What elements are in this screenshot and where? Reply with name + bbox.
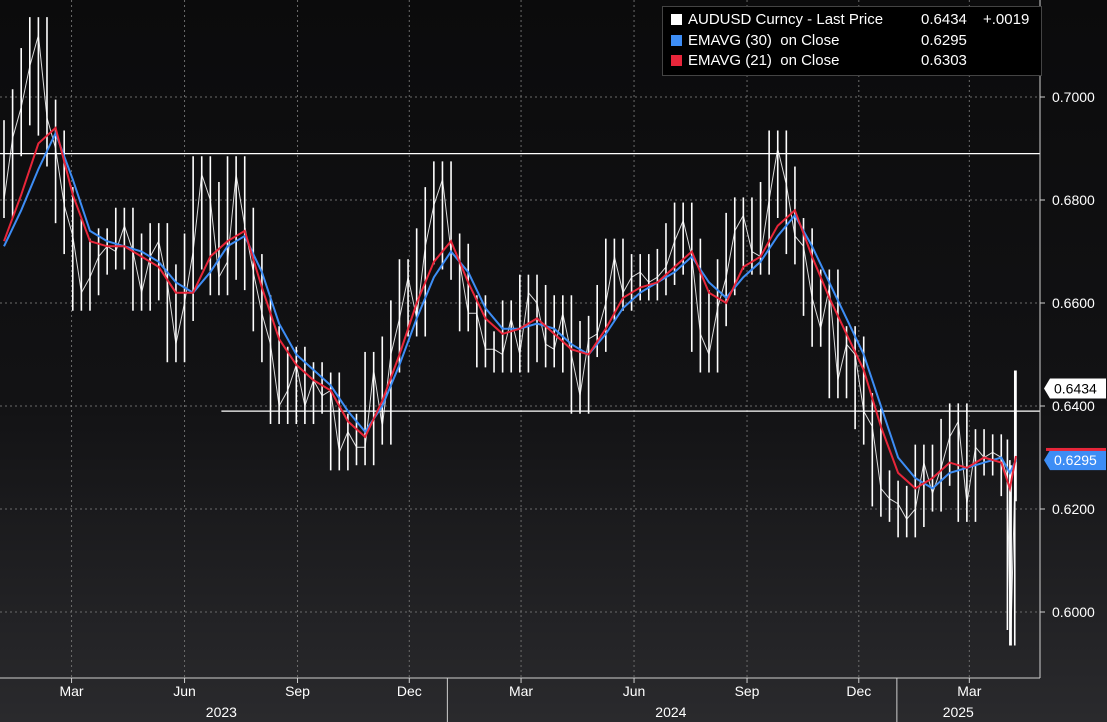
year-label: 2024 — [655, 704, 686, 720]
legend-label-ema30: EMAVG (30) on Close — [688, 32, 840, 49]
y-tick-label: 0.6600 — [1052, 295, 1095, 311]
last-price-label: 0.6434 — [1044, 378, 1106, 399]
legend-change-price: +.0019 — [983, 11, 1030, 28]
legend-label-ema21: EMAVG (21) on Close — [688, 52, 840, 69]
legend-value-price: 0.6434 — [921, 11, 967, 28]
x-tick-label: Jun — [623, 683, 646, 699]
price-chart: 0.6000 0.6200 0.6400 0.6600 0.6800 0.7000 Mar J… — [0, 0, 1107, 722]
y-tick-label: 0.6000 — [1052, 604, 1095, 620]
legend-swatch-ema30 — [671, 35, 682, 46]
legend-row-ema21: EMAVG (21) on Close 0.6303 — [671, 51, 967, 71]
legend-row-ema30: EMAVG (30) on Close 0.6295 — [671, 31, 967, 51]
legend-swatch-ema21 — [671, 55, 682, 66]
legend-value-ema30: 0.6295 — [921, 32, 967, 49]
y-tick-label: 0.6400 — [1052, 398, 1095, 414]
chart-legend: AUDUSD Curncy - Last Price 0.6434 +.0019… — [662, 6, 1042, 76]
x-tick-label: Mar — [957, 683, 981, 699]
y-tick-label: 0.6800 — [1052, 192, 1095, 208]
x-tick-label: Sep — [735, 683, 760, 699]
legend-value-ema21: 0.6303 — [921, 52, 967, 69]
x-tick-label: Dec — [846, 683, 871, 699]
chart-canvas: 0.6000 0.6200 0.6400 0.6600 0.6800 0.7000 Mar J… — [0, 0, 1106, 722]
x-tick-label: Jun — [173, 683, 196, 699]
series-layer — [3, 17, 1017, 646]
last-value-labels: 0.6434 0.6295 — [1044, 378, 1106, 471]
ema30-last-label: 0.6295 — [1044, 450, 1106, 471]
x-tick-label: Sep — [285, 683, 310, 699]
x-tick-label: Mar — [59, 683, 83, 699]
year-label: 2023 — [206, 704, 237, 720]
legend-swatch-price — [671, 14, 682, 25]
legend-label-price: AUDUSD Curncy - Last Price — [688, 11, 884, 28]
year-label: 2025 — [943, 704, 974, 720]
y-tick-label: 0.6200 — [1052, 501, 1095, 517]
ema21-last-marker — [1046, 447, 1106, 451]
last-value-text: 0.6295 — [1054, 452, 1097, 468]
x-tick-label: Mar — [509, 683, 533, 699]
x-tick-label: Dec — [397, 683, 422, 699]
axis-layer: 0.6000 0.6200 0.6400 0.6600 0.6800 0.7000 Mar J… — [0, 0, 1095, 722]
y-tick-label: 0.7000 — [1052, 89, 1095, 105]
last-value-text: 0.6434 — [1054, 380, 1097, 396]
legend-row-price: AUDUSD Curncy - Last Price 0.6434 +.0019 — [671, 10, 1029, 30]
